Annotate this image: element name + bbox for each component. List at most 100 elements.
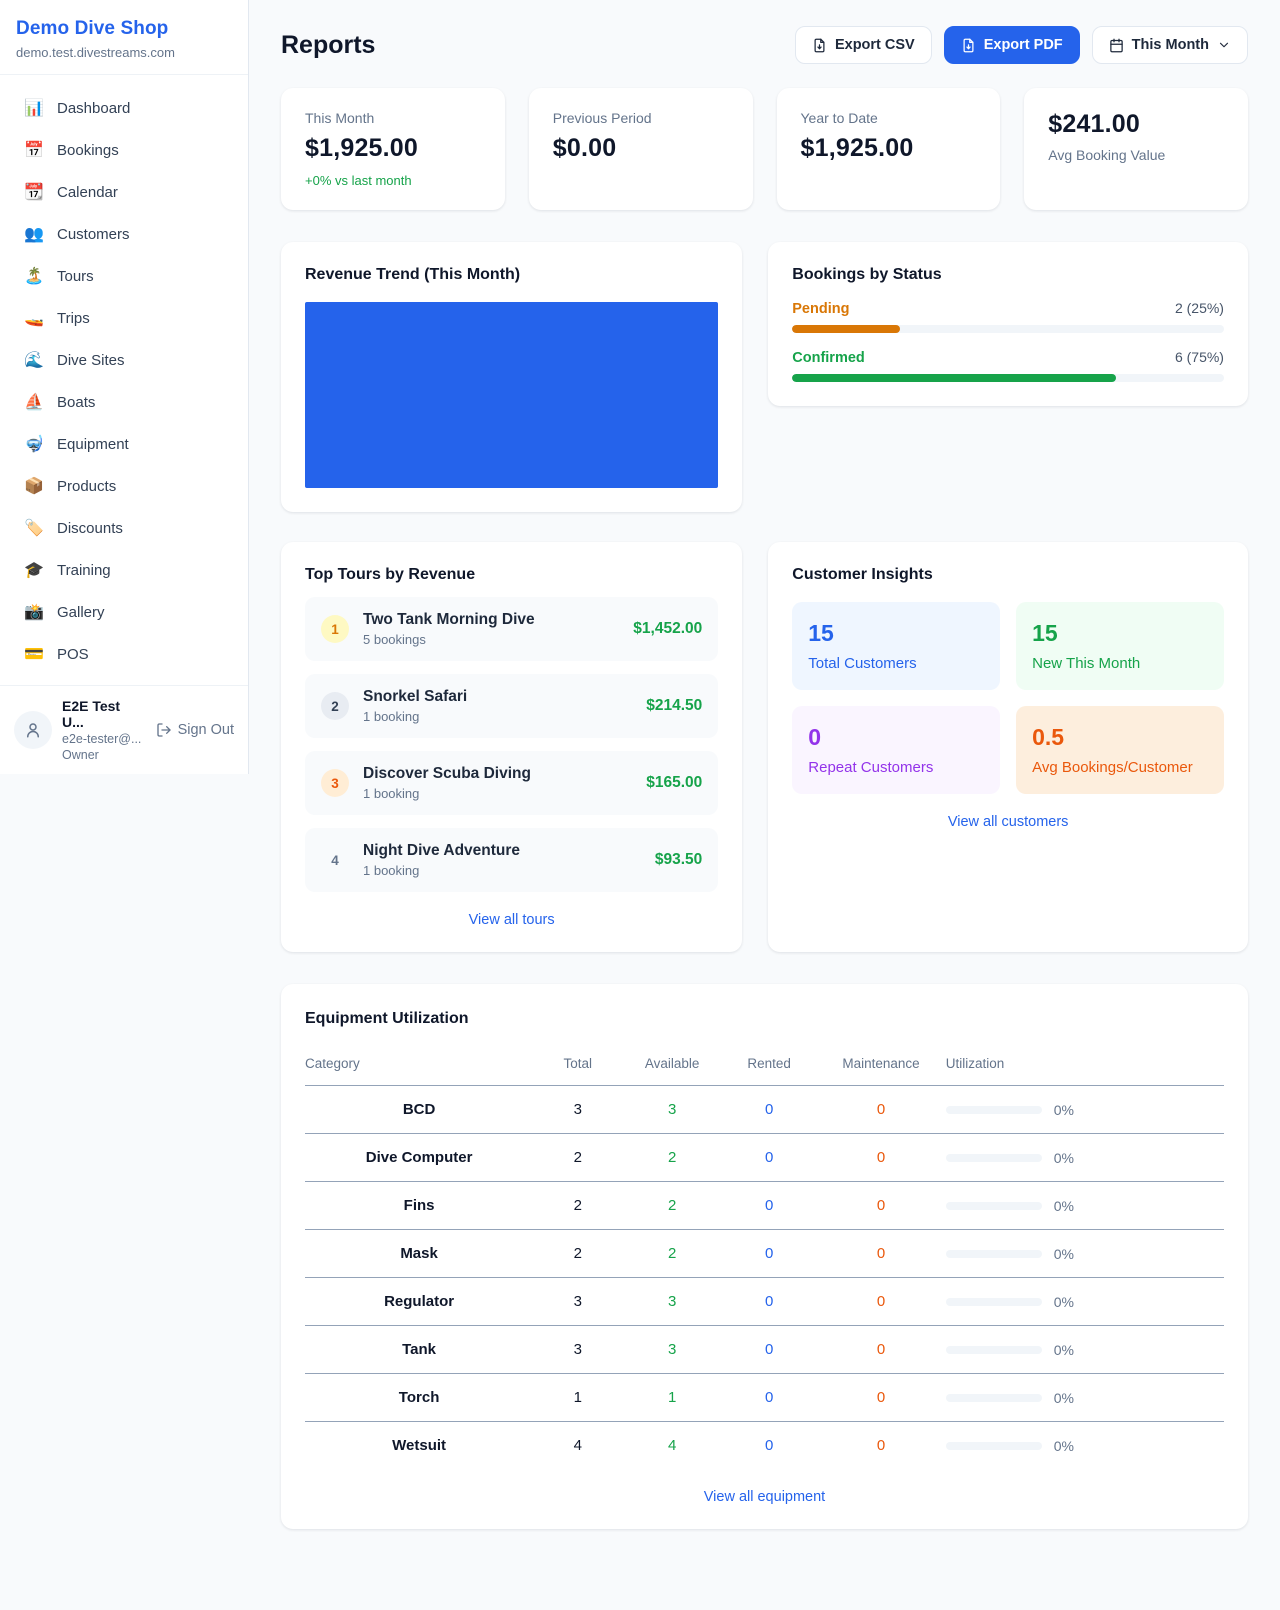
sidebar-item-label: Trips bbox=[57, 310, 90, 327]
stat-delta: +0% vs last month bbox=[305, 173, 481, 188]
sign-out-button[interactable]: Sign Out bbox=[156, 722, 234, 738]
utilization-bar bbox=[946, 1394, 1042, 1402]
equipment-category: Tank bbox=[305, 1326, 533, 1374]
sidebar-item-dashboard[interactable]: 📊 Dashboard bbox=[0, 87, 248, 129]
sidebar-item-products[interactable]: 📦 Products bbox=[0, 465, 248, 507]
insight-label: Repeat Customers bbox=[808, 759, 984, 776]
top-tours-title: Top Tours by Revenue bbox=[305, 566, 718, 584]
col-total: Total bbox=[533, 1046, 622, 1086]
top-tours-card: Top Tours by Revenue 1 Two Tank Morning … bbox=[281, 542, 742, 952]
stat-card-avg-booking-value: $241.00 Avg Booking Value bbox=[1024, 88, 1248, 210]
sidebar-item-label: Bookings bbox=[57, 142, 119, 159]
sidebar-item-training[interactable]: 🎓 Training bbox=[0, 549, 248, 591]
sidebar-item-bookings[interactable]: 📅 Bookings bbox=[0, 129, 248, 171]
insight-value: 15 bbox=[1032, 620, 1208, 647]
utilization-percent: 0% bbox=[1054, 1390, 1074, 1406]
sidebar-item-label: Boats bbox=[57, 394, 95, 411]
bookings-by-status-card: Bookings by Status Pending 2 (25%) Confi… bbox=[768, 242, 1248, 406]
equipment-maintenance: 0 bbox=[816, 1182, 945, 1230]
stats-grid: This Month $1,925.00 +0% vs last month P… bbox=[281, 88, 1248, 210]
equipment-total: 3 bbox=[533, 1326, 622, 1374]
equipment-utilization: 0% bbox=[946, 1230, 1224, 1278]
insight-grid: 15 Total Customers 15 New This Month 0 R… bbox=[792, 602, 1224, 794]
equipment-table: Category Total Available Rented Maintena… bbox=[305, 1046, 1224, 1469]
equipment-total: 3 bbox=[533, 1278, 622, 1326]
table-row: Torch 1 1 0 0 0% bbox=[305, 1374, 1224, 1422]
equipment-total: 2 bbox=[533, 1134, 622, 1182]
stat-value: $241.00 bbox=[1048, 110, 1224, 139]
sidebar-item-discounts[interactable]: 🏷️ Discounts bbox=[0, 507, 248, 549]
equipment-category: Regulator bbox=[305, 1278, 533, 1326]
sidebar: Demo Dive Shop demo.test.divestreams.com… bbox=[0, 0, 249, 774]
period-dropdown[interactable]: This Month bbox=[1092, 26, 1248, 64]
utilization-percent: 0% bbox=[1054, 1246, 1074, 1262]
sidebar-item-trips[interactable]: 🚤 Trips bbox=[0, 297, 248, 339]
equipment-maintenance: 0 bbox=[816, 1278, 945, 1326]
tour-bookings: 5 bookings bbox=[363, 632, 619, 647]
equipment-rented: 0 bbox=[722, 1182, 816, 1230]
sidebar-item-equipment[interactable]: 🤿 Equipment bbox=[0, 423, 248, 465]
tour-row: 1 Two Tank Morning Dive 5 bookings $1,45… bbox=[305, 597, 718, 661]
tour-revenue: $214.50 bbox=[646, 697, 702, 715]
sidebar-item-tours[interactable]: 🏝️ Tours bbox=[0, 255, 248, 297]
equipment-available: 2 bbox=[622, 1230, 721, 1278]
customer-insights-card: Customer Insights 15 Total Customers 15 … bbox=[768, 542, 1248, 952]
sidebar-item-customers[interactable]: 👥 Customers bbox=[0, 213, 248, 255]
equipment-maintenance: 0 bbox=[816, 1134, 945, 1182]
sidebar-item-label: Discounts bbox=[57, 520, 123, 537]
user-role: Owner bbox=[62, 748, 146, 762]
sidebar-item-dive-sites[interactable]: 🌊 Dive Sites bbox=[0, 339, 248, 381]
equipment-total: 2 bbox=[533, 1182, 622, 1230]
people-icon: 👥 bbox=[24, 224, 44, 244]
table-row: Mask 2 2 0 0 0% bbox=[305, 1230, 1224, 1278]
sidebar-item-label: Tours bbox=[57, 268, 94, 285]
utilization-percent: 0% bbox=[1054, 1342, 1074, 1358]
equipment-utilization: 0% bbox=[946, 1422, 1224, 1470]
sidebar-item-gallery[interactable]: 📸 Gallery bbox=[0, 591, 248, 633]
view-all-customers-link[interactable]: View all customers bbox=[792, 814, 1224, 830]
file-download-icon bbox=[812, 38, 827, 53]
tour-row: 3 Discover Scuba Diving 1 booking $165.0… bbox=[305, 751, 718, 815]
package-icon: 📦 bbox=[24, 476, 44, 496]
status-count: 6 (75%) bbox=[1175, 349, 1224, 365]
equipment-utilization: 0% bbox=[946, 1326, 1224, 1374]
sidebar-item-label: Equipment bbox=[57, 436, 129, 453]
revenue-trend-chart bbox=[305, 302, 718, 488]
equipment-available: 2 bbox=[622, 1182, 721, 1230]
utilization-percent: 0% bbox=[1054, 1198, 1074, 1214]
stat-label: Previous Period bbox=[553, 110, 729, 126]
sidebar-item-calendar[interactable]: 📆 Calendar bbox=[0, 171, 248, 213]
utilization-bar bbox=[946, 1106, 1042, 1114]
insight-value: 15 bbox=[808, 620, 984, 647]
insight-tile-total-customers: 15 Total Customers bbox=[792, 602, 1000, 690]
table-row: BCD 3 3 0 0 0% bbox=[305, 1086, 1224, 1134]
view-all-tours-link[interactable]: View all tours bbox=[305, 912, 718, 928]
export-csv-button[interactable]: Export CSV bbox=[795, 26, 932, 64]
sidebar-item-label: Calendar bbox=[57, 184, 118, 201]
sailboat-icon: ⛵ bbox=[24, 392, 44, 412]
insight-value: 0 bbox=[808, 724, 984, 751]
equipment-category: Fins bbox=[305, 1182, 533, 1230]
user-email: e2e-tester@... bbox=[62, 732, 146, 746]
wave-icon: 🌊 bbox=[24, 350, 44, 370]
sidebar-item-pos[interactable]: 💳 POS bbox=[0, 633, 248, 675]
user-avatar bbox=[14, 711, 52, 749]
export-pdf-button[interactable]: Export PDF bbox=[944, 26, 1080, 64]
app-root: Demo Dive Shop demo.test.divestreams.com… bbox=[0, 0, 1280, 1569]
col-available: Available bbox=[622, 1046, 721, 1086]
sidebar-item-boats[interactable]: ⛵ Boats bbox=[0, 381, 248, 423]
sidebar-item-label: Customers bbox=[57, 226, 130, 243]
sidebar-item-label: Training bbox=[57, 562, 111, 579]
equipment-total: 1 bbox=[533, 1374, 622, 1422]
rank-badge: 1 bbox=[321, 615, 349, 643]
insight-tile-repeat-customers: 0 Repeat Customers bbox=[792, 706, 1000, 794]
equipment-utilization: 0% bbox=[946, 1374, 1224, 1422]
utilization-percent: 0% bbox=[1054, 1102, 1074, 1118]
view-all-equipment-link[interactable]: View all equipment bbox=[305, 1489, 1224, 1505]
equipment-category: Dive Computer bbox=[305, 1134, 533, 1182]
utilization-bar bbox=[946, 1202, 1042, 1210]
tour-bookings: 1 booking bbox=[363, 863, 641, 878]
file-download-icon bbox=[961, 38, 976, 53]
shop-name: Demo Dive Shop bbox=[16, 18, 232, 40]
equipment-rented: 0 bbox=[722, 1422, 816, 1470]
